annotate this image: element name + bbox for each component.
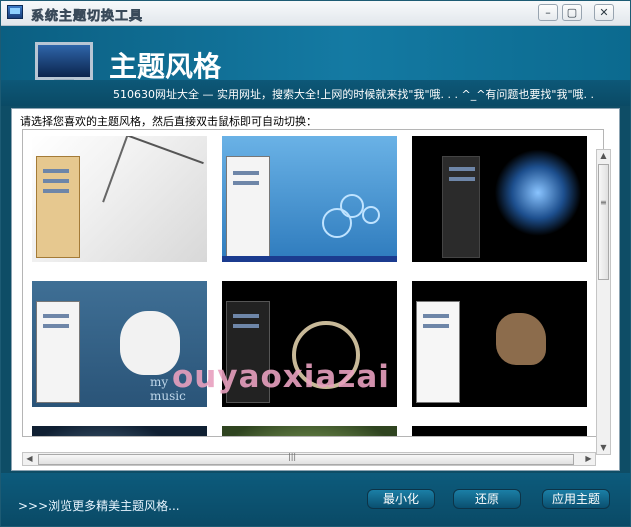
cartoon-face — [120, 311, 180, 375]
scroll-up-arrow-icon[interactable]: ▲ — [597, 150, 610, 162]
browse-more-themes-link[interactable]: >>>浏览更多精美主题风格... — [18, 497, 180, 514]
header-banner: 主题风格 510630网址大全 — 实用网址，搜索大全!上网的时候就来找"我"哦… — [1, 26, 630, 106]
vertical-scroll-thumb[interactable] — [598, 164, 609, 280]
start-menu-preview — [36, 301, 80, 403]
scroll-right-arrow-icon[interactable]: ▶ — [582, 453, 595, 465]
theme-thumbnail-7[interactable] — [32, 426, 207, 436]
theme-thumbnail-8[interactable] — [222, 426, 397, 436]
minimize-button[interactable]: 最小化 — [367, 489, 435, 509]
theme-thumbnail-6[interactable] — [412, 281, 587, 407]
start-menu-preview — [226, 156, 270, 258]
app-icon — [7, 5, 23, 19]
footer-bar: >>>浏览更多精美主题风格... 最小化 还原 应用主题 — [1, 473, 630, 526]
minimize-window-button[interactable]: – — [538, 4, 558, 21]
app-window: 系统主题切换工具 – ▢ ✕ 主题风格 510630网址大全 — 实用网址，搜索… — [0, 0, 631, 527]
apply-theme-button[interactable]: 应用主题 — [542, 489, 610, 509]
scroll-down-arrow-icon[interactable]: ▼ — [597, 442, 610, 454]
scroll-left-arrow-icon[interactable]: ◀ — [23, 453, 36, 465]
grip-icon: ≡ — [600, 198, 607, 207]
horizontal-scrollbar[interactable]: ◀ ||| ▶ — [22, 452, 596, 466]
start-menu-preview — [416, 301, 460, 403]
title-bar[interactable]: 系统主题切换工具 – ▢ ✕ — [1, 1, 630, 26]
theme-thumbnail-9[interactable] — [412, 426, 587, 436]
window-title: 系统主题切换工具 — [31, 9, 144, 25]
theme-thumbnail-2[interactable] — [222, 136, 397, 262]
restore-window-button[interactable]: ▢ — [562, 4, 582, 21]
horizontal-scroll-thumb[interactable] — [38, 454, 574, 465]
start-menu-preview — [442, 156, 480, 258]
theme-thumbnail-1[interactable] — [32, 136, 207, 262]
vertical-scrollbar[interactable]: ▲ ≡ ▼ — [596, 149, 611, 455]
grip-icon: ||| — [288, 452, 297, 461]
ink-branch-decoration — [102, 136, 204, 230]
page-heading: 主题风格 — [109, 50, 222, 83]
instruction-text: 请选择您喜欢的主题风格，然后直接双击鼠标即可自动切换： — [20, 115, 317, 128]
artwork-decoration — [496, 313, 546, 365]
marquee-text: 510630网址大全 — 实用网址，搜索大全!上网的时候就来找"我"哦. . .… — [113, 88, 595, 101]
theme-thumbnail-3[interactable] — [412, 136, 587, 262]
monitor-icon — [35, 42, 93, 89]
start-menu-preview — [36, 156, 80, 258]
close-window-button[interactable]: ✕ — [594, 4, 614, 21]
restore-button[interactable]: 还原 — [453, 489, 521, 509]
watermark: ouyaoxiazai — [172, 359, 390, 395]
theme-panel: 请选择您喜欢的主题风格，然后直接双击鼠标即可自动切换： my music ▲ ≡… — [11, 108, 620, 471]
